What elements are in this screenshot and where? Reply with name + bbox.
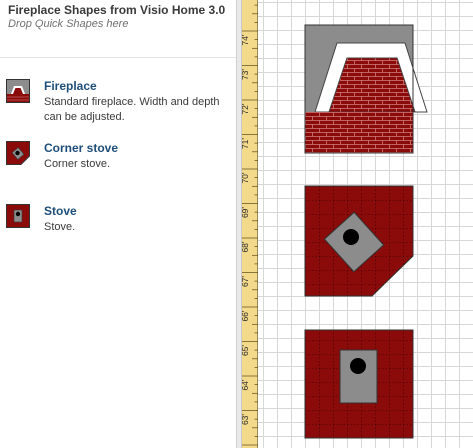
ruler-label: 68'	[242, 241, 250, 252]
corner-stove-shape[interactable]	[304, 185, 414, 297]
fireplace-shape[interactable]	[304, 24, 428, 154]
ruler-label: 66'	[242, 310, 250, 321]
vertical-ruler[interactable]: 74' 73' 72' 71' 70' 69' 68' 67' 66' 65' …	[242, 0, 258, 448]
corner-stove-icon	[6, 141, 30, 165]
stencil-separator	[0, 57, 236, 58]
stencil-title: Fireplace Shapes from Visio Home 3.0	[8, 3, 226, 17]
ruler-label: 64'	[242, 379, 250, 390]
ruler-label: 69'	[242, 207, 250, 218]
ruler-label: 73'	[242, 69, 250, 80]
ruler-label: 65'	[242, 345, 250, 356]
master-corner-stove-description: Corner stove.	[44, 158, 111, 170]
ruler-label: 70'	[242, 172, 250, 183]
quick-shapes-drop-hint: Drop Quick Shapes here	[8, 18, 129, 30]
master-stove-name: Stove	[44, 204, 77, 218]
ruler-label: 71'	[242, 138, 250, 149]
fireplace-icon	[6, 79, 30, 103]
fireplace-brick-base	[305, 112, 413, 153]
master-fireplace[interactable]: Fireplace Standard fireplace. Width and …	[0, 79, 236, 127]
stove-flue	[350, 358, 366, 374]
stove-shape[interactable]	[304, 329, 414, 439]
ruler-label: 74'	[242, 34, 250, 45]
master-stove[interactable]: Stove Stove.	[0, 204, 236, 252]
drawing-page[interactable]	[258, 0, 473, 448]
ruler-label: 63'	[242, 414, 250, 425]
drawing-canvas	[304, 24, 428, 439]
ruler-label: 67'	[242, 276, 250, 287]
master-corner-stove[interactable]: Corner stove Corner stove.	[0, 141, 236, 189]
stove-body	[339, 349, 378, 404]
master-fireplace-name: Fireplace	[44, 79, 97, 93]
master-corner-stove-name: Corner stove	[44, 141, 119, 155]
shapes-stencil-panel: Fireplace Shapes from Visio Home 3.0 Dro…	[0, 0, 236, 448]
stove-icon	[6, 204, 30, 228]
master-stove-description: Stove.	[44, 221, 76, 233]
corner-stove-flue	[343, 229, 359, 245]
ruler-label: 72'	[242, 103, 250, 114]
master-fireplace-description: Standard fireplace. Width and depth can …	[44, 96, 220, 123]
